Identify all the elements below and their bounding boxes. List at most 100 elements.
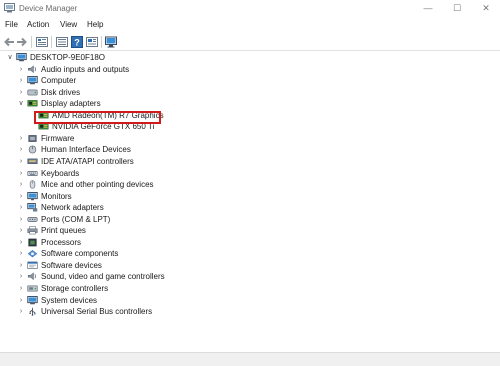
window-title: Device Manager bbox=[19, 4, 78, 13]
tree-category[interactable]: › Firmware bbox=[0, 133, 500, 145]
tree-category[interactable]: › Processors bbox=[0, 237, 500, 249]
tree-category[interactable]: › Human Interface Devices bbox=[0, 144, 500, 156]
chevron-down-icon[interactable]: ∨ bbox=[17, 99, 25, 108]
tree-category[interactable]: › Monitors bbox=[0, 191, 500, 203]
chevron-right-icon[interactable]: › bbox=[17, 169, 25, 178]
chevron-right-icon[interactable]: › bbox=[17, 65, 25, 74]
chevron-right-icon[interactable]: › bbox=[17, 261, 25, 270]
menu-help[interactable]: Help bbox=[87, 20, 103, 29]
system-device-icon bbox=[27, 295, 38, 304]
tree-category[interactable]: › System devices bbox=[0, 295, 500, 307]
menu-file[interactable]: File bbox=[5, 20, 18, 29]
tree-item-label: Disk drives bbox=[41, 87, 81, 97]
chevron-right-icon[interactable]: › bbox=[17, 215, 25, 224]
tree-item-label: DESKTOP-9E0F18O bbox=[30, 53, 105, 62]
software-component-icon bbox=[27, 250, 38, 258]
forward-arrow-icon[interactable] bbox=[15, 35, 29, 49]
tree-item-label: Network adapters bbox=[41, 203, 104, 213]
tree-category[interactable]: › Sound, video and game controllers bbox=[0, 271, 500, 283]
properties-icon[interactable] bbox=[35, 35, 49, 49]
close-button[interactable]: ✕ bbox=[472, 0, 500, 17]
chevron-right-icon[interactable]: › bbox=[17, 249, 25, 258]
computer-icon bbox=[27, 76, 38, 85]
device-tree[interactable]: ∨ DESKTOP-9E0F18O › Audio inputs and output… bbox=[0, 52, 500, 350]
chevron-right-icon[interactable]: › bbox=[17, 180, 25, 189]
chevron-right-icon[interactable]: › bbox=[17, 203, 25, 212]
tree-category[interactable]: › Software components bbox=[0, 248, 500, 260]
minimize-button[interactable]: — bbox=[414, 0, 442, 17]
highlight-box bbox=[34, 111, 161, 124]
tree-category[interactable]: › Keyboards bbox=[0, 168, 500, 180]
tree-category[interactable]: › Software devices bbox=[0, 260, 500, 272]
tree-item-label: Audio inputs and outputs bbox=[41, 64, 130, 74]
tree-category[interactable]: › IDE ATA/ATAPI controllers bbox=[0, 156, 500, 168]
tree-category[interactable]: › Mice and other pointing devices bbox=[0, 179, 500, 191]
tree-item-label: Monitors bbox=[41, 191, 72, 201]
menu-view[interactable]: View bbox=[60, 20, 77, 29]
chevron-right-icon[interactable]: › bbox=[17, 296, 25, 305]
disk-drive-icon bbox=[27, 89, 38, 96]
network-adapter-icon bbox=[27, 203, 38, 212]
device-view-icon[interactable] bbox=[85, 35, 99, 49]
tree-category[interactable]: › Storage controllers bbox=[0, 283, 500, 295]
tree-item-label: Mice and other pointing devices bbox=[41, 180, 154, 190]
tree-item-label: IDE ATA/ATAPI controllers bbox=[41, 156, 134, 166]
monitor-icon bbox=[27, 191, 38, 200]
chevron-right-icon[interactable]: › bbox=[17, 134, 25, 143]
maximize-button[interactable]: ☐ bbox=[443, 0, 471, 17]
root-computer-icon bbox=[16, 53, 27, 62]
status-bar bbox=[0, 352, 500, 366]
chevron-right-icon[interactable]: › bbox=[17, 192, 25, 201]
chevron-right-icon[interactable]: › bbox=[17, 76, 25, 85]
keyboard-icon bbox=[27, 170, 38, 176]
tree-item-label: Firmware bbox=[41, 133, 75, 143]
processor-icon bbox=[28, 238, 37, 247]
chevron-right-icon[interactable]: › bbox=[17, 226, 25, 235]
storage-controller-icon bbox=[27, 285, 38, 292]
tree-category[interactable]: › Disk drives bbox=[0, 87, 500, 99]
toolbar-separator bbox=[51, 36, 52, 48]
speaker-icon bbox=[27, 64, 36, 73]
scan-hardware-icon[interactable] bbox=[104, 35, 118, 49]
back-arrow-icon[interactable] bbox=[2, 35, 16, 49]
chevron-right-icon[interactable]: › bbox=[17, 238, 25, 247]
mouse-icon bbox=[29, 180, 36, 189]
chevron-right-icon[interactable]: › bbox=[17, 157, 25, 166]
display-adapter-icon bbox=[27, 100, 38, 107]
usb-icon bbox=[29, 307, 36, 316]
tree-category[interactable]: › Audio inputs and outputs bbox=[0, 64, 500, 76]
tree-item-label: Human Interface Devices bbox=[41, 145, 131, 155]
help-icon[interactable]: ? bbox=[70, 35, 84, 49]
firmware-icon bbox=[28, 134, 37, 142]
hid-icon bbox=[28, 146, 37, 154]
tree-category[interactable]: › Universal Serial Bus controllers bbox=[0, 306, 500, 318]
title-bar: Device Manager — ☐ ✕ bbox=[0, 0, 500, 17]
tree-root[interactable]: ∨ DESKTOP-9E0F18O bbox=[0, 52, 500, 64]
tree-item-label: Universal Serial Bus controllers bbox=[41, 307, 153, 317]
list-view-icon[interactable] bbox=[55, 35, 69, 49]
tree-category[interactable]: ∨ Display adapters bbox=[0, 98, 500, 110]
toolbar-separator bbox=[31, 36, 32, 48]
tree-item-label: Display adapters bbox=[41, 99, 101, 109]
toolbar: ? bbox=[0, 33, 500, 51]
tree-category[interactable]: › Ports (COM & LPT) bbox=[0, 214, 500, 226]
chevron-right-icon[interactable]: › bbox=[17, 284, 25, 293]
device-manager-icon bbox=[4, 3, 15, 13]
tree-category[interactable]: › Network adapters bbox=[0, 202, 500, 214]
tree-item-label: Ports (COM & LPT) bbox=[41, 214, 111, 224]
chevron-down-icon[interactable]: ∨ bbox=[6, 53, 14, 62]
chevron-right-icon[interactable]: › bbox=[17, 88, 25, 97]
chevron-right-icon[interactable]: › bbox=[17, 272, 25, 281]
menu-bar: File Action View Help bbox=[0, 17, 500, 33]
tree-item-label: Software components bbox=[41, 249, 119, 259]
chevron-right-icon[interactable]: › bbox=[17, 145, 25, 154]
chevron-right-icon[interactable]: › bbox=[17, 307, 25, 316]
tree-item-label: Processors bbox=[41, 237, 82, 247]
tree-category[interactable]: › Computer bbox=[0, 75, 500, 87]
tree-item-label: Sound, video and game controllers bbox=[41, 272, 165, 282]
tree-item-label: Print queues bbox=[41, 226, 86, 236]
tree-category[interactable]: › Print queues bbox=[0, 225, 500, 237]
tree-item-label: Keyboards bbox=[41, 168, 80, 178]
menu-action[interactable]: Action bbox=[27, 20, 49, 29]
tree-item-label: Computer bbox=[41, 76, 77, 86]
